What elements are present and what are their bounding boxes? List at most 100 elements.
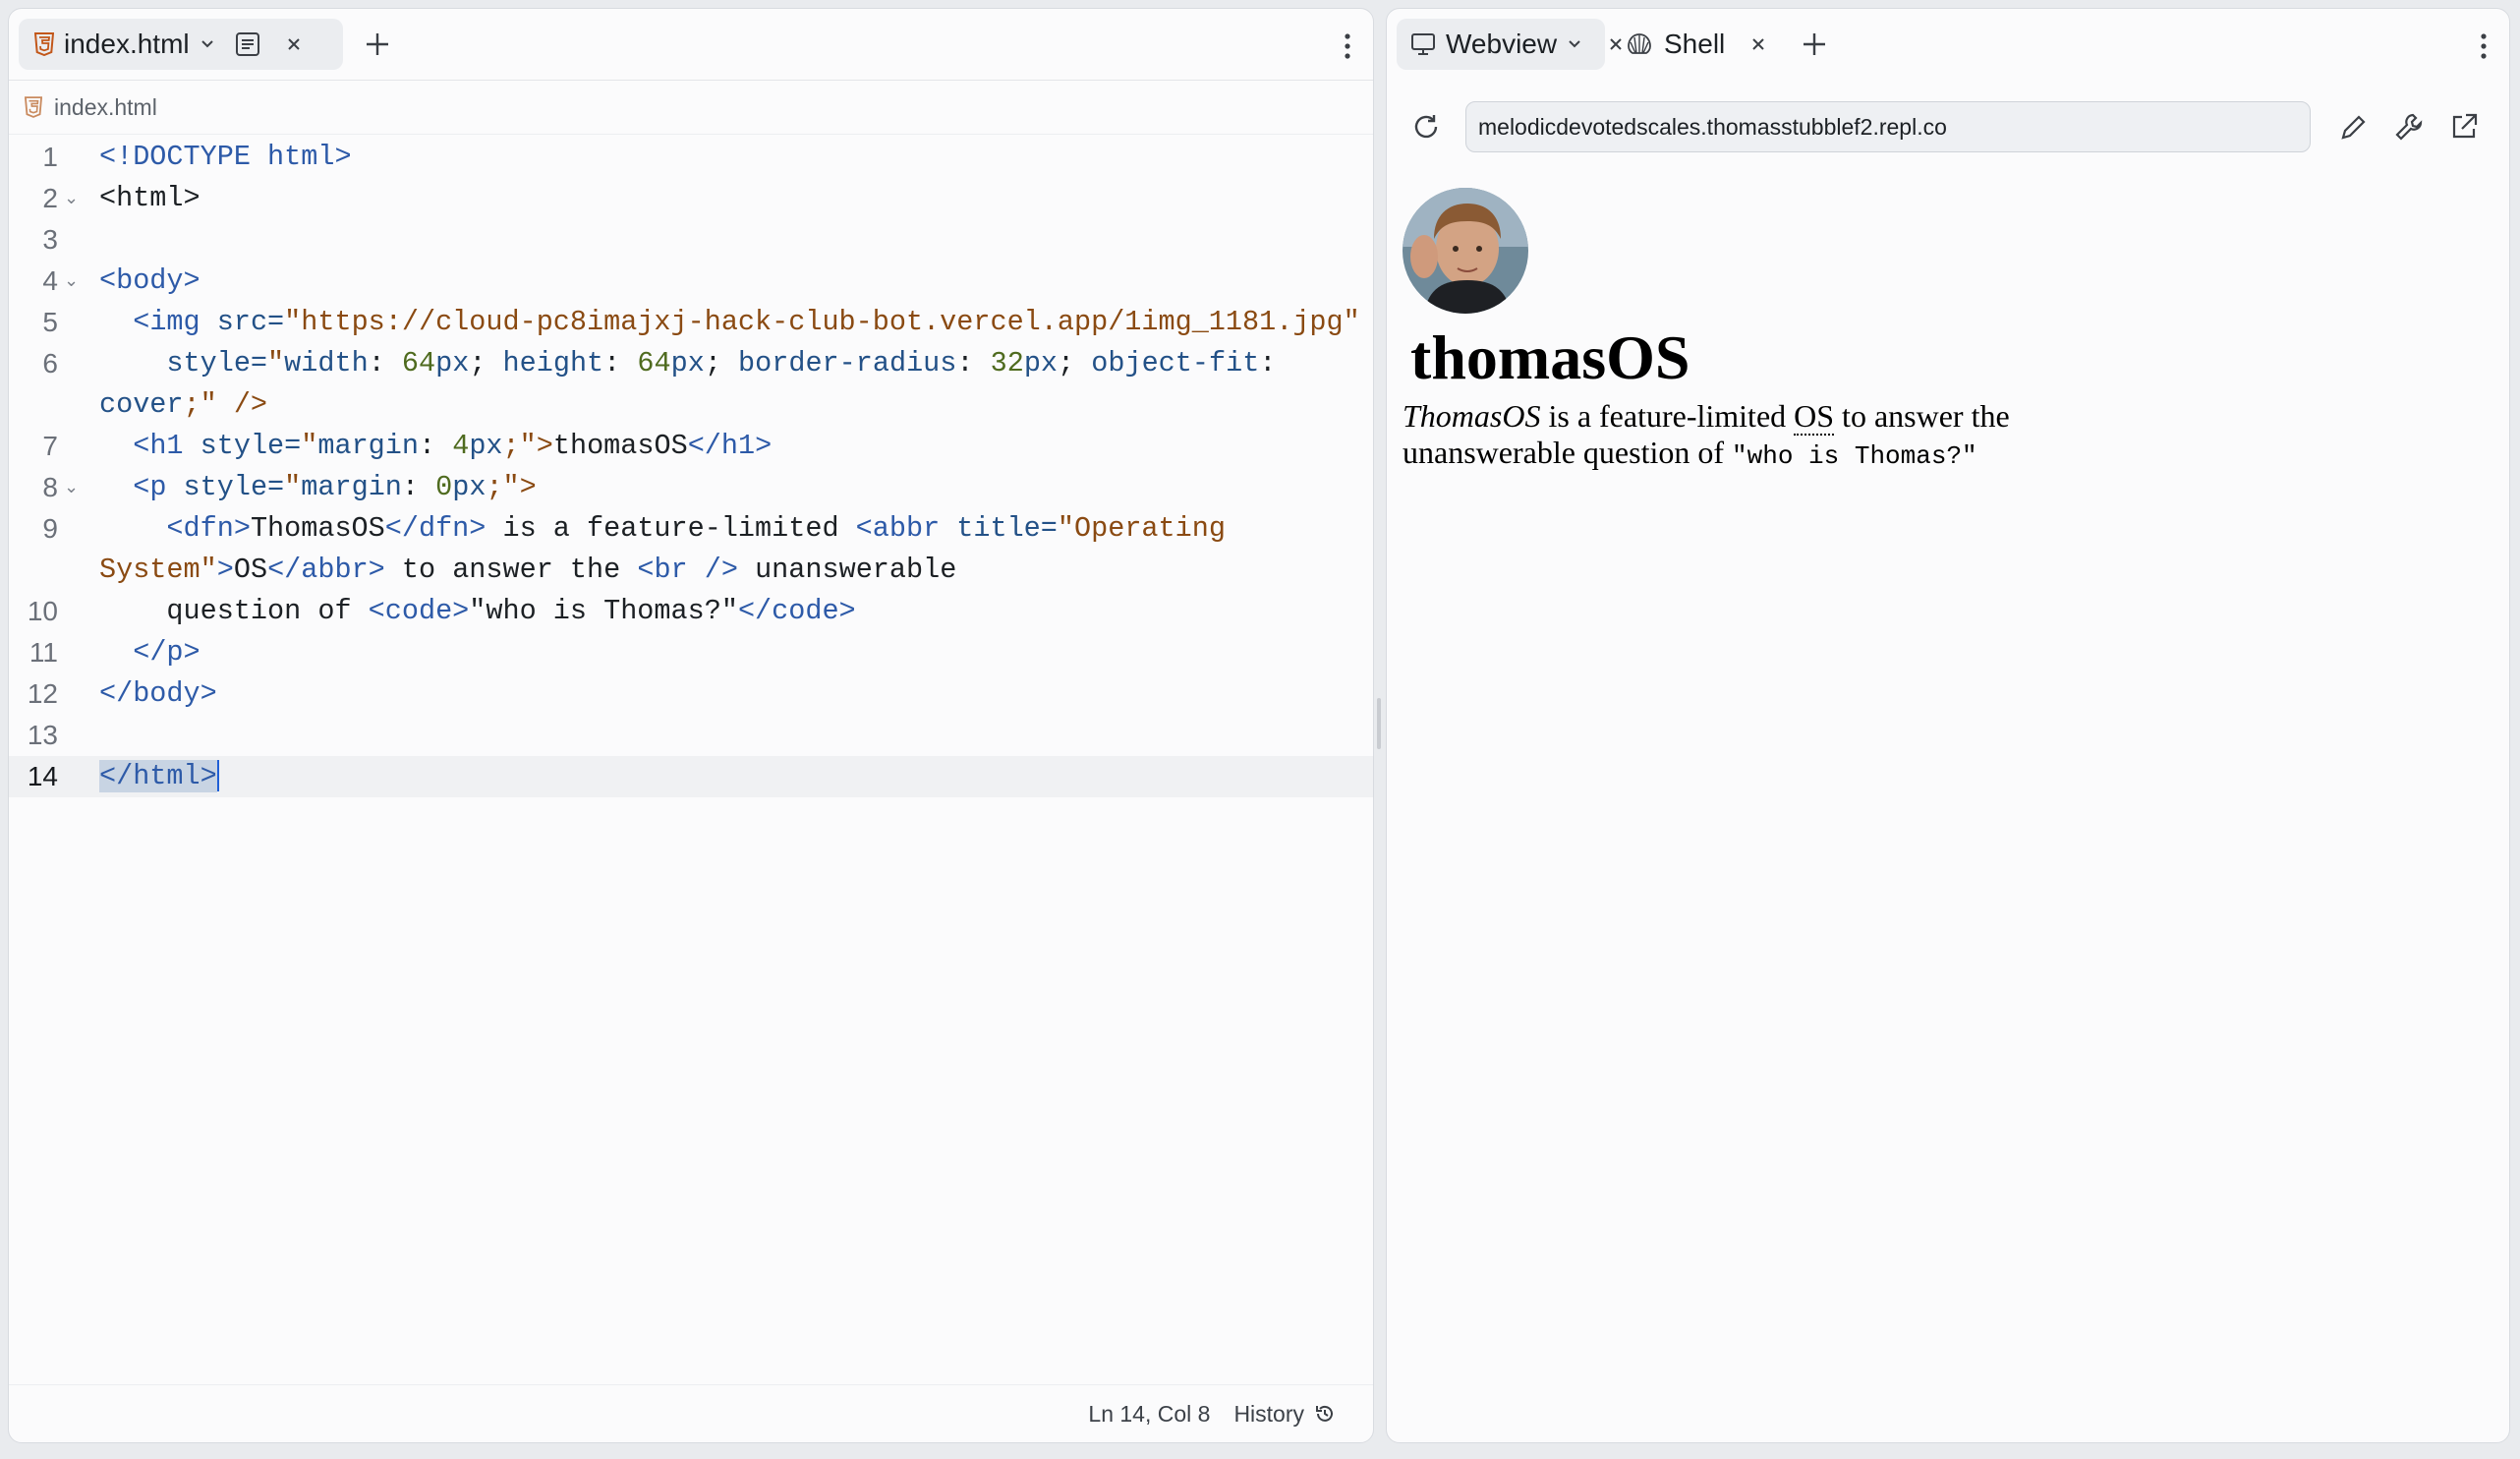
fold-chevron-icon[interactable]: ⌄ [64, 178, 79, 219]
code-token: <!DOCTYPE html> [99, 141, 352, 173]
plus-icon [365, 31, 390, 57]
code-token: " [301, 430, 318, 462]
new-tab-button[interactable] [353, 19, 402, 70]
code-token: px [1023, 347, 1059, 379]
webview-pane: Webview Shell melodicdevotedscales.thoma… [1386, 8, 2510, 1443]
code-line: 11 </p> [9, 632, 1373, 673]
line-number: 5 [42, 307, 58, 337]
code-token: border-radius [738, 347, 957, 379]
code-line: 10 question of <code>"who is Thomas?"</c… [9, 591, 1373, 632]
code-token: "https://cloud-pc8imajxj-hack-club-bot.v… [284, 306, 1360, 338]
document-outline-icon[interactable] [235, 31, 260, 57]
cursor-position[interactable]: Ln 14, Col 8 [1088, 1401, 1210, 1428]
tab-index-html[interactable]: index.html [19, 19, 343, 70]
html5-file-icon [25, 96, 42, 118]
more-options-icon[interactable] [2470, 30, 2497, 62]
pane-resize-handle[interactable] [1377, 698, 1381, 749]
fold-chevron-icon[interactable]: ⌄ [64, 261, 79, 302]
code-token: style= [166, 471, 285, 503]
code-token: to answer the [384, 554, 638, 586]
code-token: 0 [435, 471, 453, 503]
line-number: 13 [27, 720, 58, 750]
devtools-wrench-icon[interactable] [2393, 111, 2425, 143]
code-token: </p> [133, 636, 200, 669]
line-number: 4 [42, 265, 58, 296]
line-number: 10 [27, 596, 58, 626]
code-token: "who is Thomas?" [469, 595, 738, 627]
code-line: 1 <!DOCTYPE html> [9, 137, 1373, 178]
code-editor[interactable]: 1 <!DOCTYPE html> 2 ⌄ <html> 3 4 ⌄ <body… [9, 137, 1373, 797]
new-tab-button[interactable] [1790, 19, 1839, 70]
code-token: ; [704, 347, 739, 379]
code-line-wrap: cover;" /> [9, 384, 1373, 426]
code-token: </dfn> [384, 512, 487, 545]
code-token: object-fit [1091, 347, 1260, 379]
code-token: <code> [368, 595, 470, 627]
open-external-icon[interactable] [2448, 111, 2480, 143]
code-token: margin [301, 471, 402, 503]
line-number: 2 [42, 183, 58, 213]
code-token: thomasOS [552, 430, 688, 462]
code-token: " [267, 347, 285, 379]
code-line-current: 14 </html> [9, 756, 1373, 797]
page-text: to answer the [1834, 397, 2010, 434]
code-token: : [401, 471, 436, 503]
code-token: style= [183, 430, 302, 462]
breadcrumb-file[interactable]: index.html [54, 94, 157, 121]
code-token: style= [166, 347, 268, 379]
code-token: ;"> [502, 430, 553, 462]
code-token: width [284, 347, 369, 379]
code-token: 64 [401, 347, 436, 379]
code-token: ;" /> [183, 388, 268, 421]
code-line: 8 ⌄ <p style="margin: 0px;"> [9, 467, 1373, 508]
code-token: ; [469, 347, 503, 379]
code-token: : [419, 430, 453, 462]
tab-webview[interactable]: Webview [1397, 19, 1622, 70]
code-line: 3 [9, 219, 1373, 261]
page-text: unanswerable question of [1403, 434, 1733, 470]
code-token: </body> [99, 677, 217, 710]
line-number: 9 [42, 513, 58, 544]
close-icon[interactable] [286, 36, 302, 52]
code-token: > [200, 760, 217, 792]
status-bar: Ln 14, Col 8 History [9, 1384, 1373, 1442]
tab-shell[interactable]: Shell [1615, 19, 1772, 70]
url-input[interactable]: melodicdevotedscales.thomasstubblef2.rep… [1465, 101, 2311, 152]
history-button[interactable]: History [1233, 1401, 1359, 1428]
line-number: 11 [29, 637, 58, 668]
code-token: <html> [99, 182, 200, 214]
code-token: px [435, 347, 470, 379]
code-line: 6 style="width: 64px; height: 64px; bord… [9, 343, 1373, 384]
avatar [1403, 188, 1528, 314]
line-number: 14 [27, 761, 58, 791]
plus-icon [1802, 31, 1827, 57]
code-token: <dfn> [166, 512, 251, 545]
code-token: px [670, 347, 705, 379]
code-token: px [452, 471, 487, 503]
code-line: 9 <dfn>ThomasOS</dfn> is a feature-limit… [9, 508, 1373, 550]
more-options-icon[interactable] [1334, 30, 1361, 62]
code-line-wrap: System">OS</abbr> to answer the <br /> u… [9, 550, 1373, 591]
code-token: src= [200, 306, 285, 338]
close-icon[interactable] [1750, 36, 1766, 52]
code-token: : [368, 347, 402, 379]
fold-chevron-icon[interactable]: ⌄ [64, 467, 79, 508]
code-token: margin [317, 430, 419, 462]
line-number: 8 [42, 472, 58, 502]
reload-icon[interactable] [1410, 111, 1442, 143]
code-line: 4 ⌄ <body> [9, 261, 1373, 302]
code-line: 5 <img src="https://cloud-pc8imajxj-hack… [9, 302, 1373, 343]
code-token: : [956, 347, 991, 379]
line-number: 6 [42, 348, 58, 379]
code-token: <body> [99, 264, 200, 297]
code-token: 32 [990, 347, 1024, 379]
chevron-down-icon[interactable] [1567, 38, 1582, 50]
url-toolbar: melodicdevotedscales.thomasstubblef2.rep… [1387, 97, 2509, 156]
pencil-icon[interactable] [2338, 111, 2370, 143]
code-token: </h1> [687, 430, 773, 462]
chevron-down-icon[interactable] [200, 38, 215, 50]
page-heading: thomasOS [1410, 322, 1690, 392]
code-token: System" [99, 554, 217, 586]
line-number: 3 [42, 224, 58, 255]
code-token: question of [166, 595, 369, 627]
